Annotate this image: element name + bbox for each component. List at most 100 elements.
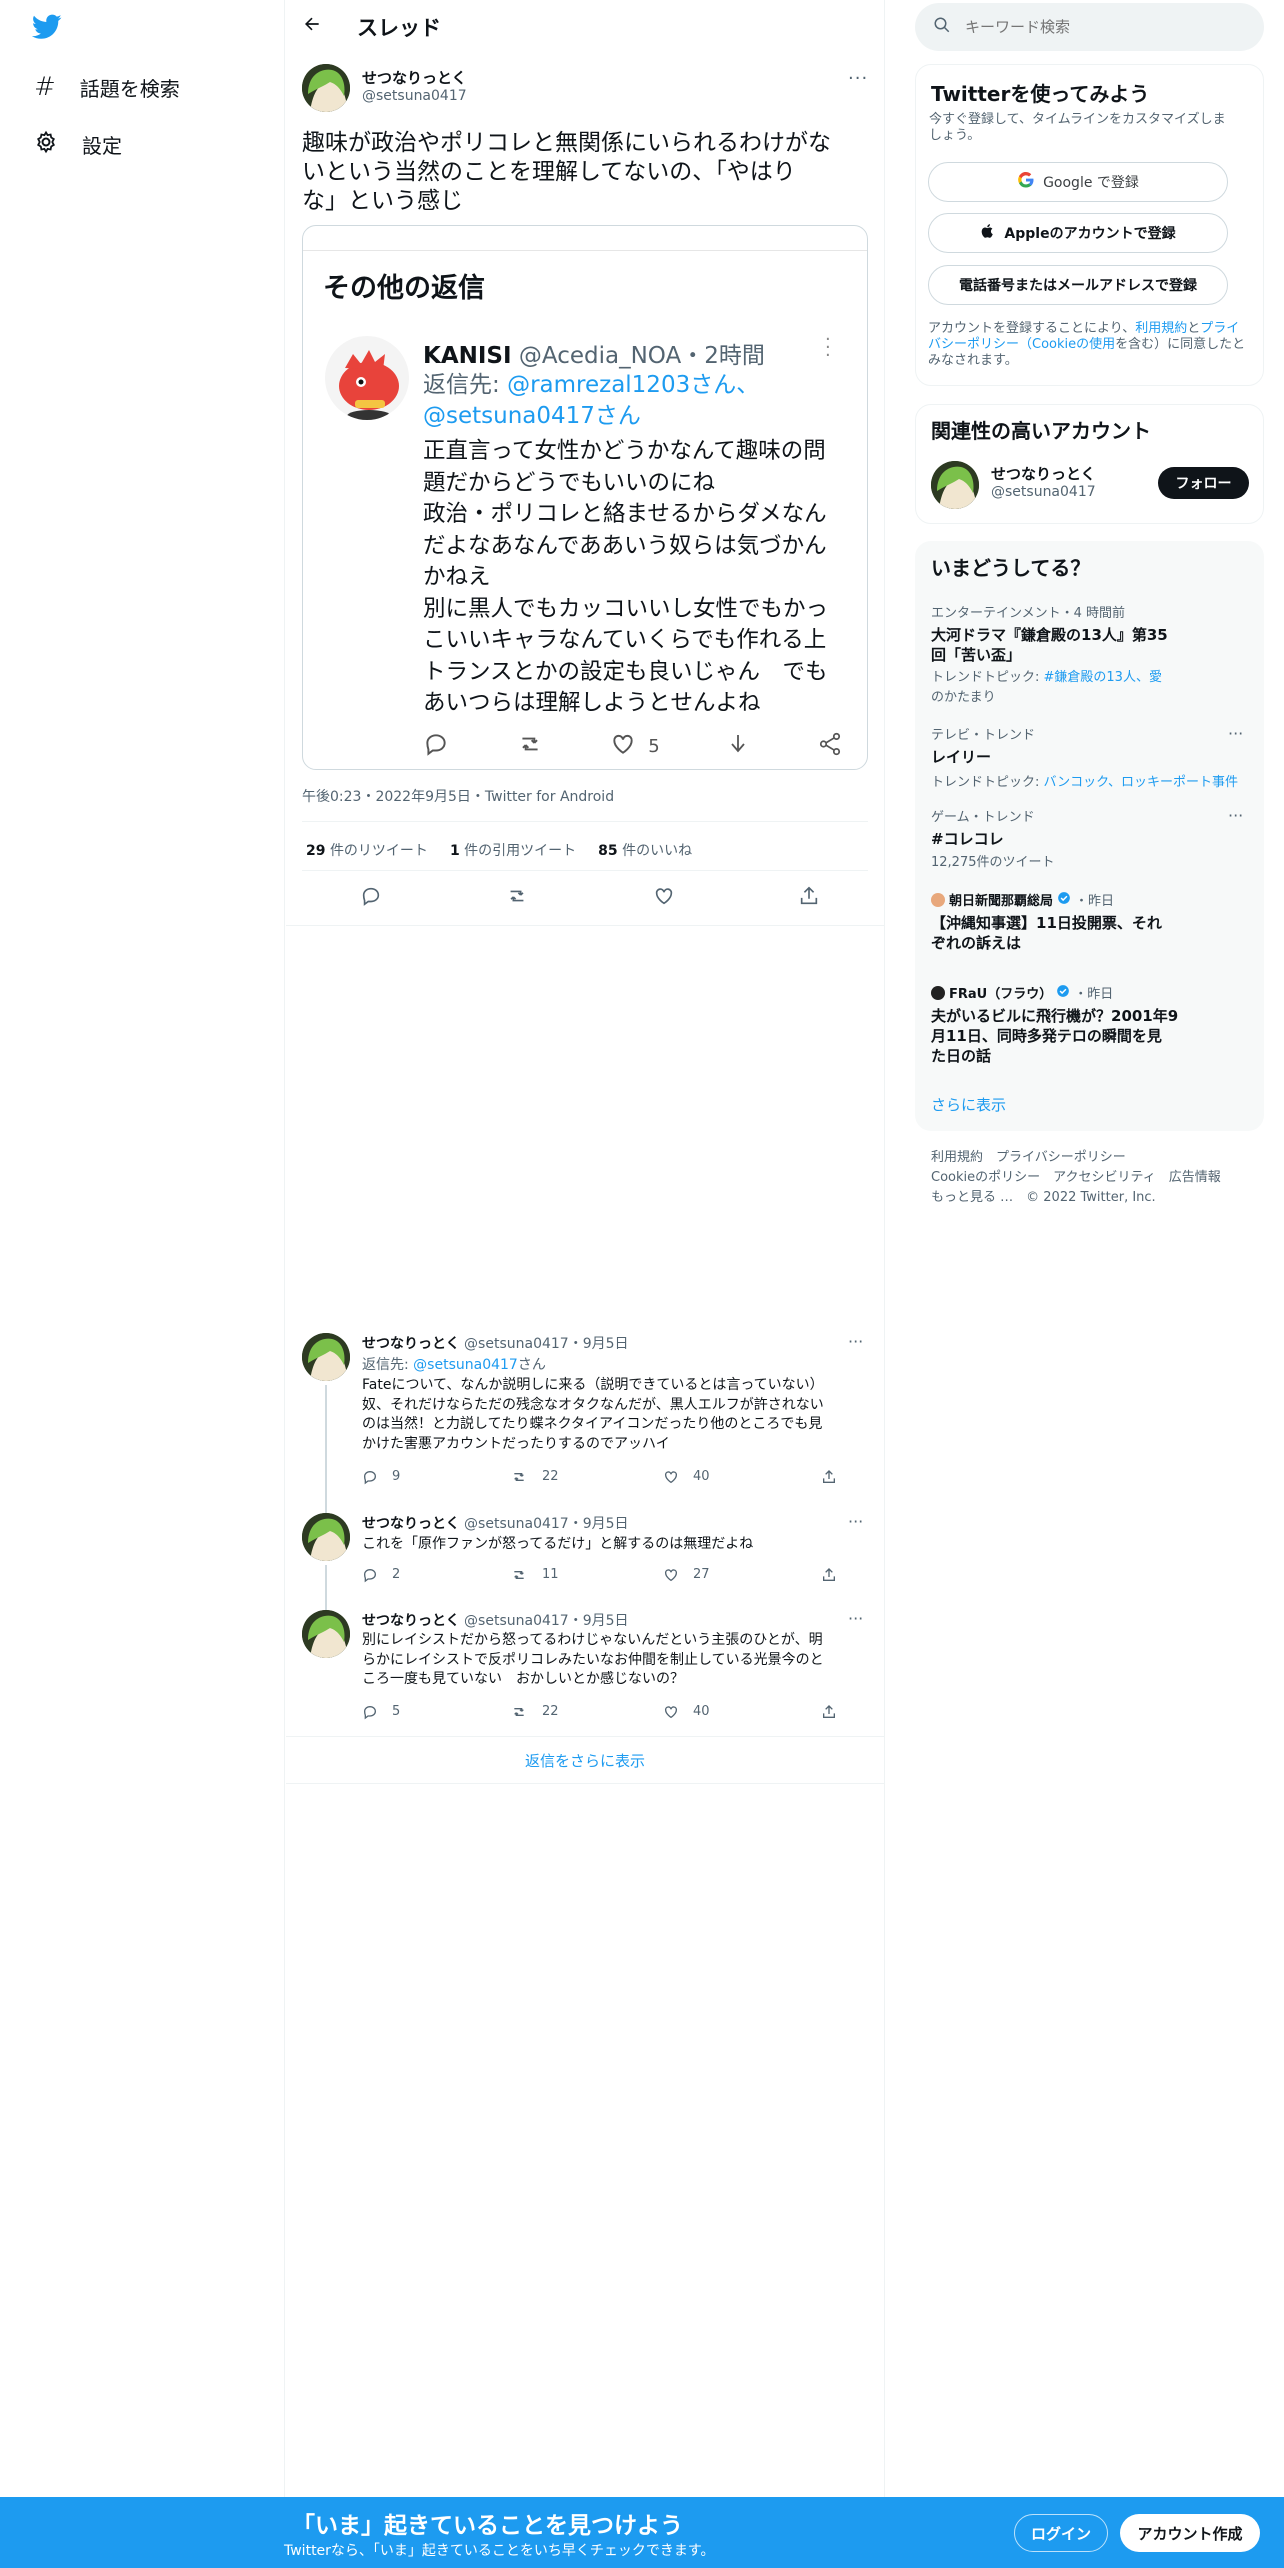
more-options-icon[interactable]: ··· (848, 1332, 863, 1351)
footer-link[interactable]: プライバシーポリシー (996, 1150, 1126, 1165)
reply-handle-date[interactable]: @setsuna0417・9月5日 (464, 1336, 628, 1352)
tweet-image-card[interactable]: その他の返信 KANISI @Acedia_NOA・2時間 · · · 返信先: @… (302, 225, 868, 770)
share-icon[interactable] (798, 885, 820, 911)
footer-link[interactable]: Cookieのポリシー (931, 1170, 1040, 1185)
trend-item[interactable]: エンターテインメント・4 時間前 大河ドラマ『鎌倉殿の13人』第35 回「苦い盃… (931, 602, 1171, 705)
apple-signup-button[interactable]: Appleのアカウントで登録 (928, 213, 1228, 253)
google-signup-button[interactable]: Google で登録 (928, 162, 1228, 202)
trend-item[interactable]: ゲーム・トレンド #コレコレ 12,275件のツイート (931, 806, 1251, 870)
reply-author-name[interactable]: せつなりっとく (362, 1613, 460, 1629)
reply-author-name[interactable]: せつなりっとく (362, 1336, 460, 1352)
bottom-subtitle: Twitterなら、「いま」起きていることをいち早くチェックできます。 (284, 2543, 715, 2559)
left-sidebar: # 話題を検索 設定 (0, 0, 284, 2500)
retweet-count-group[interactable]: 22 (510, 1469, 645, 1485)
footer-link[interactable]: 広告情報 (1169, 1170, 1221, 1185)
heart-icon (665, 1569, 677, 1582)
more-options-icon[interactable]: ··· (1228, 806, 1243, 825)
retweet-count-group[interactable]: 22 (510, 1704, 645, 1720)
search-icon (933, 16, 951, 38)
follow-button[interactable]: フォロー (1158, 467, 1249, 499)
reply-count-group[interactable]: 2 (362, 1567, 492, 1583)
cookie-link[interactable]: Cookieの使用 (1032, 337, 1115, 352)
google-signup-label: Google で登録 (1043, 175, 1139, 191)
retweet-icon (514, 1473, 524, 1481)
trend-topic[interactable]: #鎌倉殿の13人、愛 (1044, 670, 1162, 685)
reply-count-group[interactable]: 9 (362, 1469, 492, 1485)
news-item[interactable]: FRaU（フラウ） ・昨日 夫がいるビルに飛行機が？2001年9 月11日、同時… (931, 983, 1201, 1066)
nav-settings[interactable]: 設定 (34, 130, 122, 159)
more-options-icon[interactable]: ··· (848, 1609, 863, 1628)
relevant-handle[interactable]: @setsuna0417 (991, 484, 1096, 500)
more-options-icon[interactable]: ··· (848, 1512, 863, 1531)
author-name[interactable]: せつなりっとく (362, 67, 467, 88)
privacy-link[interactable]: バシーポリシー (928, 337, 1019, 352)
news-source-icon (931, 892, 945, 907)
reply-count-group[interactable]: 5 (362, 1704, 492, 1720)
like-count-group[interactable]: 40 (663, 1704, 803, 1720)
legal-text: アカウントを登録することにより、 (928, 321, 1136, 336)
trend-topic[interactable]: バンコック、ロッキーポート事件 (1044, 775, 1238, 790)
share-icon[interactable] (821, 1704, 837, 1720)
share-icon[interactable] (821, 1469, 837, 1485)
reply-handle-date[interactable]: @setsuna0417・9月5日 (464, 1516, 628, 1532)
search-bar[interactable] (915, 3, 1264, 51)
footer-link[interactable]: アクセシビリティ (1053, 1170, 1156, 1185)
avatar[interactable] (302, 1513, 350, 1561)
tweet-text: 趣味が政治やポリコレと無関係にいられるわけがな いという当然のことを理解してない… (302, 129, 862, 216)
like-count-group[interactable]: 40 (663, 1469, 803, 1485)
trend-count: 12,275件のツイート (931, 855, 1055, 870)
author-handle[interactable]: @setsuna0417 (362, 88, 467, 104)
retweet-stat[interactable]: 29 件のリツイート (306, 840, 428, 860)
avatar[interactable] (302, 1610, 350, 1658)
replying-to: 返信先: @setsuna0417さん (362, 1354, 546, 1374)
signup-button[interactable]: アカウント作成 (1120, 2514, 1260, 2552)
retweet-icon (514, 1571, 524, 1579)
search-input[interactable] (965, 18, 1225, 36)
divider (302, 870, 868, 871)
reply-icon (363, 1470, 377, 1485)
retweet-icon[interactable] (505, 885, 529, 911)
reply-mention[interactable]: @setsuna0417 (413, 1357, 518, 1373)
tweet-timestamp[interactable]: 午後0:23・2022年9月5日・Twitter for Android (302, 786, 614, 806)
embed-line: 題だからどうでもいいのにね (423, 469, 716, 496)
show-more-replies[interactable]: 返信をさらに表示 (286, 1750, 884, 1771)
trend-topic[interactable]: のかたまり (931, 686, 1171, 705)
avatar[interactable] (931, 461, 979, 509)
reply-icon[interactable] (360, 885, 382, 911)
privacy-link[interactable]: プライ (1200, 321, 1239, 336)
trend-item[interactable]: テレビ・トレンド レイリー トレンドトピック: バンコック、ロッキーポート事件 (931, 724, 1251, 790)
like-count-group[interactable]: 27 (663, 1567, 803, 1583)
quote-stat[interactable]: 1 件の引用ツイート (450, 840, 576, 860)
show-more-trends[interactable]: さらに表示 (931, 1094, 1006, 1115)
divider (286, 925, 884, 926)
like-stat[interactable]: 85 件のいいね (598, 840, 692, 860)
more-options-icon[interactable]: ··· (1228, 724, 1243, 743)
avatar[interactable] (302, 64, 350, 112)
news-source: FRaU（フラウ） (949, 987, 1053, 1002)
retweet-count-group[interactable]: 11 (510, 1567, 645, 1583)
relevant-name[interactable]: せつなりっとく (991, 463, 1096, 484)
thread-line (325, 1565, 327, 1611)
action-bar (360, 885, 820, 911)
heart-icon[interactable] (653, 885, 675, 911)
reply-icon (363, 1568, 377, 1583)
footer-link[interactable]: もっと見る … (931, 1190, 1013, 1205)
news-item[interactable]: 朝日新聞那覇総局 ・昨日 【沖縄知事選】11日投開票、それ ぞれの訴えは (931, 890, 1201, 953)
engagement-stats: 29 件のリツイート 1 件の引用ツイート 85 件のいいね (306, 840, 692, 860)
reply-author-name[interactable]: せつなりっとく (362, 1516, 460, 1532)
reply-handle-date[interactable]: @setsuna0417・9月5日 (464, 1613, 628, 1629)
terms-link[interactable]: 利用規約 (1135, 321, 1187, 336)
share-icon (817, 731, 843, 761)
back-arrow-icon[interactable] (302, 14, 326, 38)
more-options-icon[interactable]: ··· (848, 68, 868, 89)
login-button[interactable]: ログイン (1014, 2514, 1108, 2552)
embed-line: かねえ (423, 564, 491, 590)
phone-email-signup-button[interactable]: 電話番号またはメールアドレスで登録 (928, 265, 1228, 305)
nav-explore[interactable]: # 話題を検索 (34, 72, 180, 102)
footer-link[interactable]: 利用規約 (931, 1150, 983, 1165)
twitter-logo-icon[interactable] (31, 14, 62, 44)
avatar[interactable] (302, 1333, 350, 1381)
apple-logo-icon (980, 222, 996, 244)
share-icon[interactable] (821, 1567, 837, 1583)
embed-line: あいつらは理解しようとせんよね (423, 690, 761, 716)
